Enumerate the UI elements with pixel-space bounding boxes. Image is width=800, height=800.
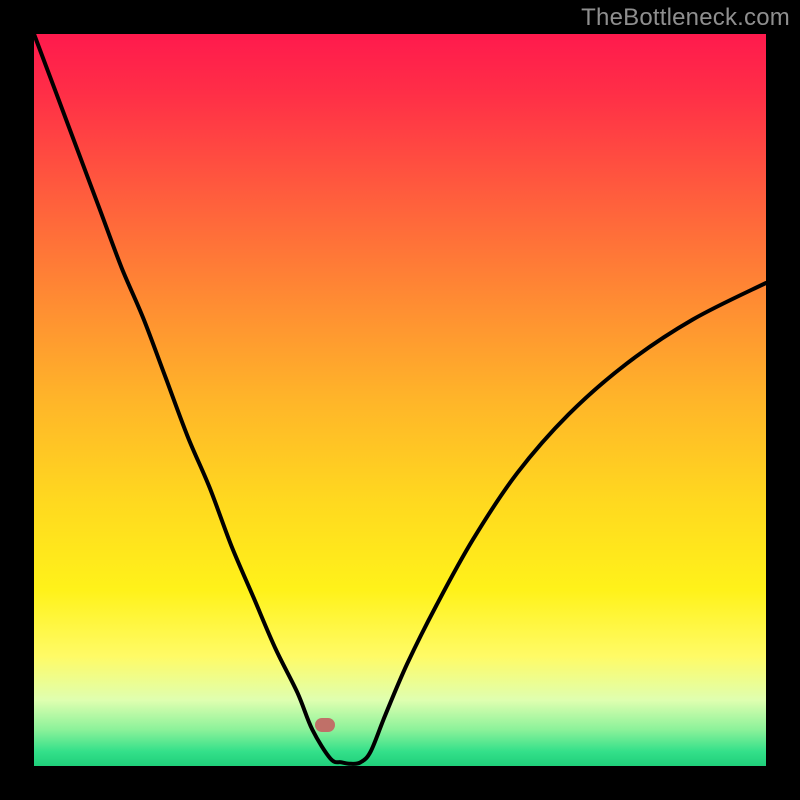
plot-area [34,34,766,766]
optimal-point-marker [315,718,335,732]
watermark-text: TheBottleneck.com [581,4,790,32]
chart-frame: TheBottleneck.com [0,0,800,800]
curve-path [34,34,766,764]
bottleneck-curve [34,34,766,766]
